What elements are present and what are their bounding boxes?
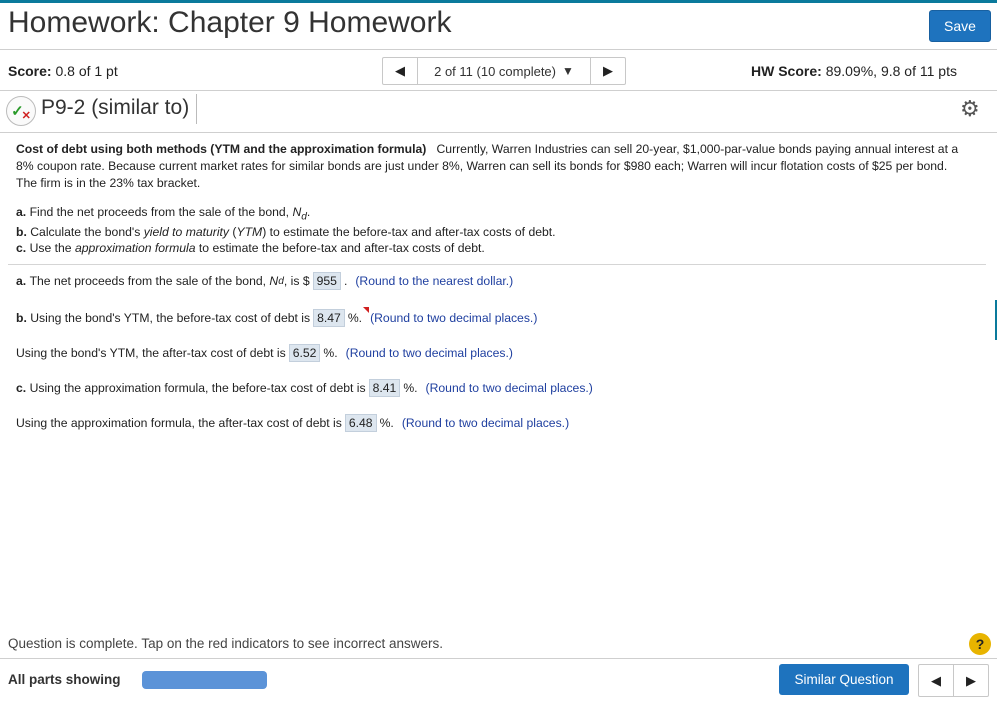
parts-progress-bar	[142, 671, 267, 689]
right-triangle-icon: ▶	[603, 63, 613, 78]
completion-message: Question is complete. Tap on the red ind…	[8, 636, 443, 651]
similar-question-button[interactable]: Similar Question	[779, 664, 909, 695]
divider	[196, 94, 197, 124]
part-c-instruction: c. Use the approximation formula to esti…	[16, 241, 485, 255]
score-value: 0.8 of 1 pt	[55, 63, 118, 79]
answer-row-c2: Using the approximation formula, the aft…	[16, 414, 570, 432]
next-question-button[interactable]: ▶	[591, 58, 625, 84]
question-select-label: 2 of 11 (10 complete)	[434, 63, 556, 79]
divider	[0, 90, 997, 91]
hint-text: (Round to the nearest dollar.)	[355, 274, 514, 288]
left-triangle-icon: ◀	[931, 672, 941, 688]
answer-input-ytm-before-tax[interactable]: 8.47	[313, 309, 345, 327]
part-a-instruction: a. Find the net proceeds from the sale o…	[16, 205, 311, 223]
hw-score-label: HW Score:	[751, 63, 822, 79]
answer-input-net-proceeds[interactable]: 955	[312, 272, 341, 290]
next-button[interactable]: ▶	[954, 665, 988, 696]
question-navigator: ◀ 2 of 11 (10 complete) ▼ ▶	[382, 57, 626, 85]
prev-button[interactable]: ◀	[919, 665, 953, 696]
divider	[0, 49, 997, 50]
answer-row-a: a. The net proceeds from the sale of the…	[16, 272, 514, 290]
divider	[8, 264, 986, 265]
save-button[interactable]: Save	[929, 10, 991, 42]
right-triangle-icon: ▶	[966, 672, 976, 688]
hint-text: (Round to two decimal places.)	[425, 381, 593, 395]
hint-text: (Round to two decimal places.)	[345, 346, 513, 360]
left-triangle-icon: ◀	[395, 63, 405, 78]
question-select[interactable]: 2 of 11 (10 complete) ▼	[418, 58, 590, 84]
help-icon[interactable]: ?	[969, 633, 991, 655]
question-title: P9-2 (similar to)	[41, 96, 190, 119]
divider	[0, 658, 997, 659]
score: Score: 0.8 of 1 pt	[8, 63, 118, 79]
intro-bold: Cost of debt using both methods (YTM and…	[16, 142, 427, 156]
gear-icon[interactable]: ⚙	[960, 96, 980, 122]
part-b-instruction: b. Calculate the bond's yield to maturit…	[16, 225, 556, 239]
answer-row-c1: c. Using the approximation formula, the …	[16, 379, 593, 397]
page-title: Homework: Chapter 9 Homework	[8, 6, 452, 39]
top-accent-bar	[0, 0, 997, 3]
hw-score: HW Score: 89.09%, 9.8 of 11 pts	[751, 63, 957, 79]
parts-showing-label: All parts showing	[8, 672, 121, 687]
score-label: Score:	[8, 63, 52, 79]
hint-text: (Round to two decimal places.)	[370, 311, 538, 325]
bottom-navigator: ◀ ▶	[918, 664, 989, 697]
answer-input-approx-before-tax[interactable]: 8.41	[368, 379, 401, 397]
answer-input-ytm-after-tax[interactable]: 6.52	[288, 344, 321, 362]
prev-question-button[interactable]: ◀	[383, 58, 417, 84]
partial-correct-icon: ✓ ✕	[6, 96, 36, 126]
incorrect-indicator-icon[interactable]	[363, 307, 369, 313]
answer-row-b1: b. Using the bond's YTM, the before-tax …	[16, 309, 538, 327]
hint-text: (Round to two decimal places.)	[401, 416, 570, 430]
answer-row-b2: Using the bond's YTM, the after-tax cost…	[16, 344, 513, 362]
divider	[0, 132, 997, 133]
caret-down-icon: ▼	[562, 64, 574, 78]
hw-score-value: 89.09%, 9.8 of 11 pts	[825, 63, 957, 79]
answer-input-approx-after-tax[interactable]: 6.48	[344, 414, 377, 432]
question-intro: Cost of debt using both methods (YTM and…	[16, 141, 966, 192]
